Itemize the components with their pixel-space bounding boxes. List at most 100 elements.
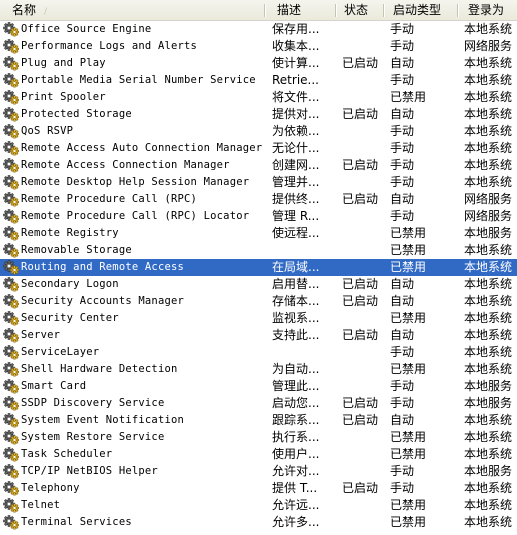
column-header-name[interactable]: 名称 / [12,0,262,20]
service-row[interactable]: System Restore Service 执行系... 已禁用 本地系统 [0,429,517,446]
column-divider[interactable] [264,4,266,17]
service-gear-icon [3,22,20,37]
service-row[interactable]: Performance Logs and Alerts 收集本... 手动 网络… [0,38,517,55]
service-name: System Restore Service [21,431,165,443]
service-description: 提供终... [272,192,320,206]
service-row[interactable]: Remote Procedure Call (RPC) Locator 管理 R… [0,208,517,225]
service-row[interactable]: Print Spooler 将文件... 已禁用 本地系统 [0,89,517,106]
service-status [342,38,388,55]
service-row[interactable]: Server 支持此... 已启动 自动 本地系统 [0,327,517,344]
service-row[interactable]: Portable Media Serial Number Service Ret… [0,72,517,89]
sort-ascending-icon: / [44,7,48,17]
column-divider[interactable] [335,4,337,17]
service-startup-type: 手动 [390,39,415,53]
service-row[interactable]: Terminal Services 允许多... 已禁用 本地系统 [0,514,517,531]
column-header-description-label: 描述 [277,3,302,17]
service-row[interactable]: Routing and Remote Access 在局域... 已禁用 本地系… [0,259,517,276]
service-row[interactable]: Protected Storage 提供对... 已启动 自动 本地系统 [0,106,517,123]
service-name: Telephony [21,482,80,494]
service-status [342,89,388,106]
service-gear-icon [3,73,20,88]
service-status [342,361,388,378]
service-logon-as: 本地系统 [464,515,513,529]
service-gear-icon [3,328,20,343]
service-row[interactable]: Remote Procedure Call (RPC) 提供终... 已启动 自… [0,191,517,208]
service-gear-icon [3,430,20,445]
service-row[interactable]: System Event Notification 跟踪系... 已启动 自动 … [0,412,517,429]
service-gear-icon [3,396,20,411]
service-startup-type: 已禁用 [390,226,427,240]
column-header-status-label: 状态 [344,3,369,17]
service-row[interactable]: Plug and Play 使计算... 已启动 自动 本地系统 [0,55,517,72]
service-status [342,446,388,463]
service-row[interactable]: SSDP Discovery Service 启动您... 已启动 手动 本地服… [0,395,517,412]
service-row[interactable]: Telnet 允许远... 已禁用 本地系统 [0,497,517,514]
service-gear-icon [3,107,20,122]
service-startup-type: 已禁用 [390,447,427,461]
column-divider[interactable] [383,4,385,17]
service-row[interactable]: Security Accounts Manager 存储本... 已启动 自动 … [0,293,517,310]
column-header-description[interactable]: 描述 [277,0,333,20]
service-startup-type: 手动 [390,481,415,495]
service-description: 跟踪系... [272,413,320,427]
service-gear-icon [3,175,20,190]
service-logon-as: 本地服务 [464,396,513,410]
service-name: Print Spooler [21,91,106,103]
service-name: Plug and Play [21,57,106,69]
service-status [342,208,388,225]
service-startup-type: 手动 [390,175,415,189]
service-logon-as: 网络服务 [464,192,513,206]
service-status [342,344,388,361]
service-logon-as: 本地服务 [464,379,513,393]
service-gear-icon [3,413,20,428]
service-startup-type: 手动 [390,141,415,155]
service-name: Remote Registry [21,227,119,239]
service-row[interactable]: Removable Storage 已禁用 本地系统 [0,242,517,259]
service-name: Performance Logs and Alerts [21,40,198,52]
service-name: Remote Procedure Call (RPC) [21,193,198,205]
service-name: Shell Hardware Detection [21,363,178,375]
column-header-startup-type[interactable]: 启动类型 [393,0,455,20]
service-description: 启用替... [272,277,320,291]
service-logon-as: 网络服务 [464,209,513,223]
column-header-status[interactable]: 状态 [344,0,382,20]
service-row[interactable]: TCP/IP NetBIOS Helper 允许对... 手动 本地服务 [0,463,517,480]
service-row[interactable]: ServiceLayer 手动 本地系统 [0,344,517,361]
service-description: 支持此... [272,328,320,342]
service-status [342,21,388,38]
service-description: 存储本... [272,294,320,308]
service-status [342,310,388,327]
service-row[interactable]: Smart Card 管理此... 手动 本地服务 [0,378,517,395]
service-status [342,378,388,395]
service-gear-icon [3,141,20,156]
column-divider[interactable] [457,4,459,17]
column-header-startup-type-label: 启动类型 [393,3,442,17]
service-status [342,497,388,514]
service-startup-type: 自动 [390,413,415,427]
service-row[interactable]: Remote Desktop Help Session Manager 管理并.… [0,174,517,191]
service-row[interactable]: Office Source Engine 保存用... 手动 本地系统 [0,21,517,38]
service-description: 管理并... [272,175,320,189]
service-startup-type: 自动 [390,192,415,206]
service-name: Terminal Services [21,516,132,528]
service-startup-type: 手动 [390,73,415,87]
service-name: Task Scheduler [21,448,113,460]
service-gear-icon [3,498,20,513]
service-row[interactable]: Remote Access Connection Manager 创建网... … [0,157,517,174]
service-status [342,242,388,259]
service-gear-icon [3,311,20,326]
service-row[interactable]: Task Scheduler 使用户... 已禁用 本地系统 [0,446,517,463]
service-row[interactable]: Security Center 监视系... 已禁用 本地系统 [0,310,517,327]
service-logon-as: 本地系统 [464,328,513,342]
column-header-logon-as[interactable]: 登录为 [468,0,517,20]
service-gear-icon [3,124,20,139]
service-gear-icon [3,192,20,207]
service-row[interactable]: QoS RSVP 为依赖... 手动 本地系统 [0,123,517,140]
service-row[interactable]: Telephony 提供 T... 已启动 手动 本地系统 [0,480,517,497]
service-row[interactable]: Remote Registry 使远程... 已禁用 本地服务 [0,225,517,242]
service-row[interactable]: Secondary Logon 启用替... 已启动 自动 本地系统 [0,276,517,293]
service-startup-type: 已禁用 [390,362,427,376]
service-gear-icon [3,209,20,224]
service-row[interactable]: Remote Access Auto Connection Manager 无论… [0,140,517,157]
service-row[interactable]: Shell Hardware Detection 为自动... 已禁用 本地系统 [0,361,517,378]
